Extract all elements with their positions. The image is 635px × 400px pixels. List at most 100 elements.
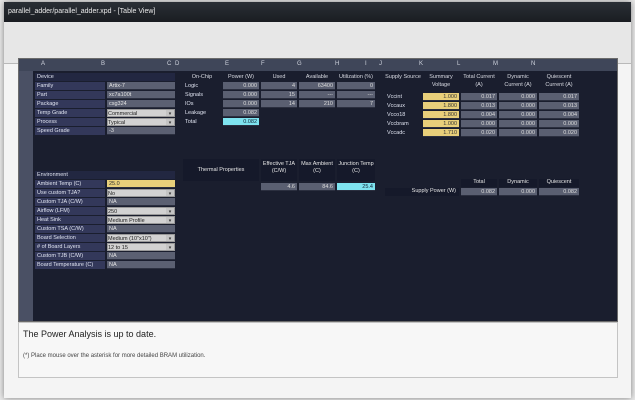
supply-header: Quiescent Current (A) (545, 74, 573, 88)
process-value: Typical (108, 120, 126, 126)
supply-source: Vccint (387, 94, 402, 100)
chevron-down-icon[interactable]: ▾ (166, 110, 174, 116)
column-e[interactable]: E (225, 61, 229, 67)
power-summary-header: Total (461, 179, 497, 187)
supply-voltage[interactable]: 1.000 (423, 120, 459, 128)
heat-sink-value: Medium Profile (108, 218, 145, 224)
supply-total: 0.000 (461, 120, 497, 128)
column-d[interactable]: D (175, 61, 179, 67)
supply-dynamic: 0.000 (499, 93, 537, 101)
thermal-header: Max Ambient (C) (299, 159, 335, 181)
onchip-name: Signals (185, 92, 204, 98)
supply-power-quiescent: 0.082 (539, 188, 579, 196)
effective-tja-value: 4.6 (261, 183, 297, 191)
supply-dynamic: 0.000 (499, 102, 537, 110)
chevron-down-icon[interactable]: ▾ (166, 235, 174, 241)
onchip-util: 0 (337, 82, 375, 90)
supply-quiescent: 0.013 (539, 102, 579, 110)
env-value[interactable]: NA (107, 225, 175, 233)
device-value[interactable]: xc7a100t (107, 91, 175, 99)
supply-voltage[interactable]: 1.800 (423, 102, 459, 110)
column-l[interactable]: L (457, 61, 460, 67)
onchip-name: Total (185, 119, 197, 125)
row-header-bar (19, 71, 33, 321)
chevron-down-icon[interactable]: ▾ (166, 217, 174, 223)
column-b[interactable]: B (101, 61, 105, 67)
device-value[interactable]: -3 (107, 127, 175, 135)
supply-voltage[interactable]: 1.800 (423, 111, 459, 119)
window-title: parallel_adder/parallel_adder.xpd - [Tab… (4, 2, 631, 22)
env-value[interactable]: NA (107, 198, 175, 206)
onchip-avail: 63400 (299, 82, 335, 90)
heat-sink-select[interactable]: Medium Profile ▾ (107, 216, 175, 224)
env-label: Custom TSA (C/W) (35, 225, 105, 233)
board-selection-select[interactable]: Medium (10"x10") ▾ (107, 234, 175, 242)
column-a[interactable]: A (41, 61, 45, 67)
max-ambient-value: 84.6 (299, 183, 335, 191)
column-c[interactable]: C (167, 61, 171, 67)
onchip-header: On-Chip (191, 74, 213, 80)
env-label: Use custom TJA? (35, 189, 105, 197)
device-label: Speed Grade (35, 127, 105, 135)
supply-power-total: 0.082 (461, 188, 497, 196)
supply-quiescent: 0.000 (539, 120, 579, 128)
supply-total: 0.020 (461, 129, 497, 137)
onchip-name: IOs (185, 101, 194, 107)
env-value[interactable]: NA (107, 252, 175, 260)
env-label: Heat Sink (35, 216, 105, 224)
supply-header: Supply Source (385, 74, 421, 80)
onchip-power: 0.000 (223, 100, 259, 108)
board-selection-value: Medium (10"x10") (108, 236, 152, 242)
custom-tja-select[interactable]: No ▾ (107, 189, 175, 197)
supply-voltage[interactable]: 1.000 (423, 93, 459, 101)
power-summary-header: Quiescent (539, 179, 579, 187)
supply-dynamic: 0.000 (499, 111, 537, 119)
onchip-power: 0.082 (223, 109, 259, 117)
onchip-header: Used (272, 74, 286, 80)
chevron-down-icon[interactable]: ▾ (166, 119, 174, 125)
column-n[interactable]: N (531, 61, 535, 67)
chevron-down-icon[interactable]: ▾ (166, 190, 174, 196)
chevron-down-icon[interactable]: ▾ (166, 244, 174, 250)
status-message: The Power Analysis is up to date. (23, 329, 157, 339)
supply-source: Vccbram (387, 121, 409, 127)
custom-tja-value: No (108, 191, 116, 197)
supply-total: 0.013 (461, 102, 497, 110)
onchip-used[interactable]: 15 (261, 91, 297, 99)
temp-grade-select[interactable]: Commercial ▾ (107, 109, 175, 117)
column-f[interactable]: F (261, 61, 265, 67)
spreadsheet-grid: A B C D E F G H I J K L M N Device Famil… (18, 58, 618, 322)
env-label: Board Temperature (C) (35, 261, 105, 269)
onchip-avail: 210 (299, 100, 335, 108)
thermal-label: Thermal Properties (183, 159, 259, 181)
chevron-down-icon[interactable]: ▾ (166, 208, 174, 214)
supply-voltage[interactable]: 1.710 (423, 129, 459, 137)
temp-grade-value: Commercial (108, 111, 138, 117)
column-k[interactable]: K (419, 61, 423, 67)
supply-total: 0.004 (461, 111, 497, 119)
env-label: Ambient Temp (C) (35, 180, 105, 188)
column-j[interactable]: J (379, 61, 382, 67)
device-value[interactable]: csg324 (107, 100, 175, 108)
supply-header: Total Current (A) (463, 74, 495, 88)
column-m[interactable]: M (493, 61, 498, 67)
supply-power-dynamic: 0.000 (499, 188, 537, 196)
env-value[interactable]: NA (107, 261, 175, 269)
onchip-power: 0.000 (223, 82, 259, 90)
column-g[interactable]: G (297, 61, 302, 67)
device-value[interactable]: Artix-7 (107, 82, 175, 90)
env-label: # of Board Layers (35, 243, 105, 251)
environment-header: Environment (35, 171, 175, 179)
onchip-name: Logic (185, 83, 199, 89)
process-select[interactable]: Typical ▾ (107, 118, 175, 126)
airflow-select[interactable]: 250 ▾ (107, 207, 175, 215)
board-layers-select[interactable]: 12 to 15 ▾ (107, 243, 175, 251)
onchip-header: Power (W) (228, 74, 254, 80)
onchip-total-power: 0.082 (223, 118, 259, 126)
device-label: Process (35, 118, 105, 126)
ambient-temp-input[interactable]: 25.0 (107, 180, 175, 188)
onchip-used[interactable]: 4 (261, 82, 297, 90)
column-h[interactable]: H (335, 61, 339, 67)
onchip-used[interactable]: 14 (261, 100, 297, 108)
column-i[interactable]: I (365, 61, 367, 67)
